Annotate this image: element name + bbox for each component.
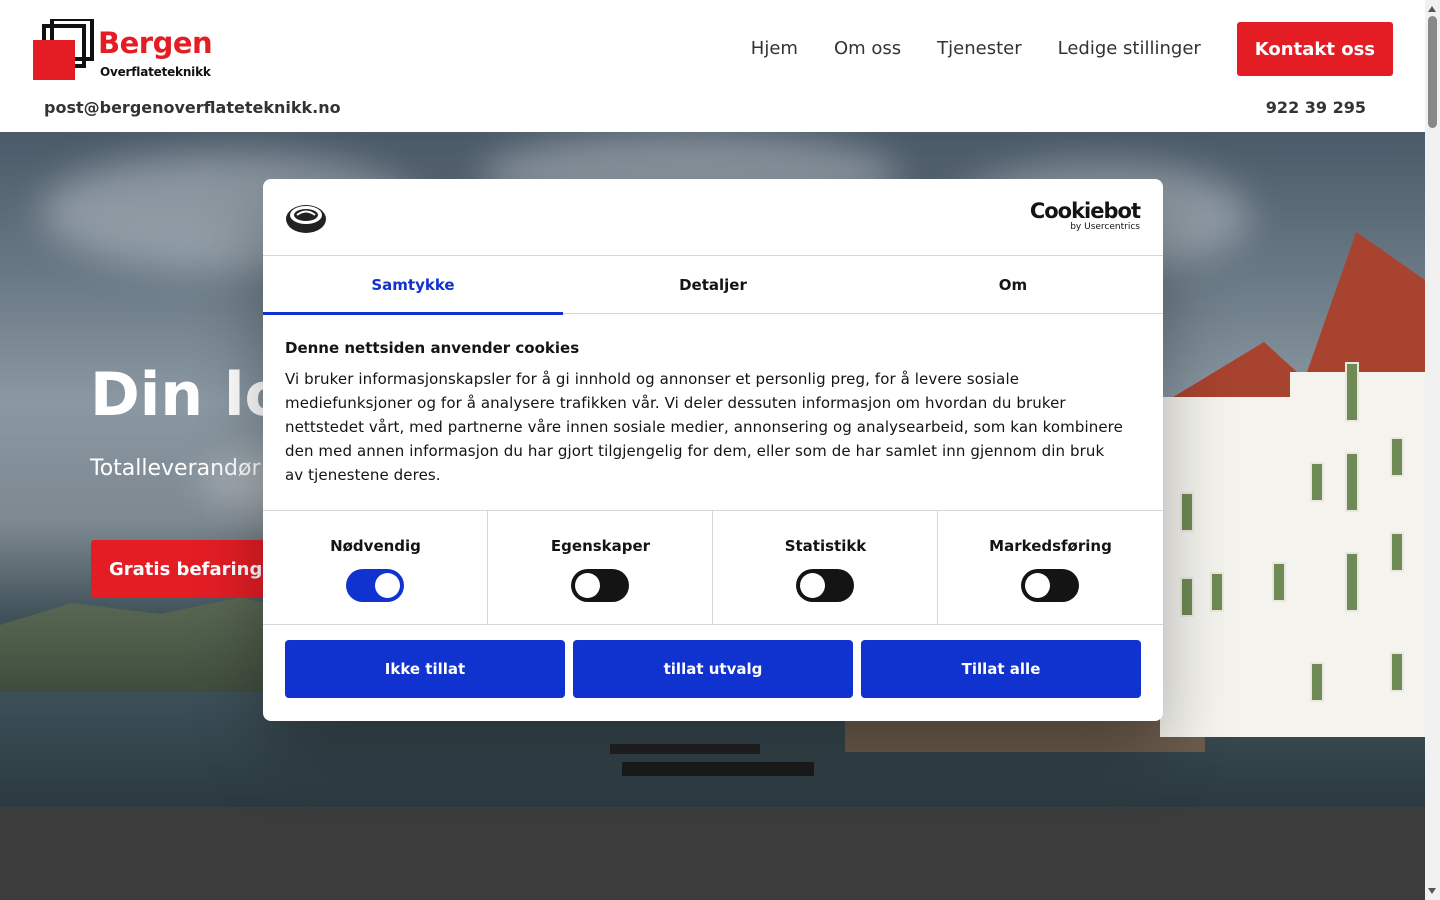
house-window <box>1345 362 1359 422</box>
marketing-switch[interactable] <box>1021 569 1079 602</box>
tab-samtykke[interactable]: Samtykke <box>263 256 563 315</box>
site-logo[interactable]: Bergen Overflateteknikk <box>32 19 213 83</box>
tab-detaljer[interactable]: Detaljer <box>563 256 863 314</box>
consent-toggles: Nødvendig Egenskaper Statistikk Markedsf… <box>263 510 1163 625</box>
toggle-necessary: Nødvendig <box>263 511 488 625</box>
house-window <box>1390 652 1404 692</box>
logo-squares-icon <box>33 19 94 80</box>
logo-title: Bergen <box>98 26 213 60</box>
contact-email[interactable]: post@bergenoverflateteknikk.no <box>44 98 341 117</box>
house-window <box>1390 532 1404 572</box>
toggle-statistics: Statistikk <box>713 511 938 625</box>
house-window <box>1345 552 1359 612</box>
scroll-down-arrow-icon[interactable] <box>1428 888 1436 894</box>
house-window <box>1390 437 1404 477</box>
contact-button[interactable]: Kontakt oss <box>1236 22 1393 76</box>
switch-knob <box>375 573 400 598</box>
consent-tabs: Samtykke Detaljer Om <box>263 256 1163 315</box>
hero-subtitle: Totalleverandør <box>90 456 261 481</box>
cookiebot-by: by Usercentrics <box>1070 222 1140 232</box>
house-window <box>1272 562 1286 602</box>
hero-pier <box>622 762 814 776</box>
house-window <box>1210 572 1224 612</box>
nav-item-om-oss[interactable]: Om oss <box>834 22 901 76</box>
house-window <box>1345 452 1359 512</box>
switch-knob <box>1025 573 1050 598</box>
contact-phone[interactable]: 922 39 295 <box>1266 98 1366 117</box>
house-window <box>1310 662 1324 702</box>
house-window <box>1180 577 1194 617</box>
switch-knob <box>800 573 825 598</box>
nav-item-hjem[interactable]: Hjem <box>751 22 798 76</box>
nav-item-ledige-stillinger[interactable]: Ledige stillinger <box>1058 22 1201 76</box>
toggle-label: Markedsføring <box>989 537 1112 555</box>
dark-section <box>0 807 1425 900</box>
consent-body: Vi bruker informasjonskapsler for å gi i… <box>285 370 1123 484</box>
consent-actions: Ikke tillat tillat utvalg Tillat alle <box>285 640 1141 698</box>
preferences-switch[interactable] <box>571 569 629 602</box>
switch-knob <box>575 573 600 598</box>
site-header: Bergen Overflateteknikk Hjem Om oss Tjen… <box>0 0 1425 132</box>
allow-all-button[interactable]: Tillat alle <box>861 640 1141 698</box>
cookie-consent-dialog: Cookiebot by Usercentrics Samtykke Detal… <box>263 179 1163 721</box>
toggle-preferences: Egenskaper <box>488 511 713 625</box>
house-window <box>1310 462 1324 502</box>
scrollbar-thumb[interactable] <box>1428 16 1437 128</box>
house-window <box>1180 492 1194 532</box>
hero-pier <box>610 744 760 754</box>
necessary-switch[interactable] <box>346 569 404 602</box>
scroll-up-arrow-icon[interactable] <box>1428 6 1436 12</box>
consent-title: Denne nettsiden anvender cookies <box>285 339 580 357</box>
logo-tagline: Overflateteknikk <box>100 65 211 79</box>
cookiebot-name: Cookiebot <box>1029 199 1141 223</box>
toggle-label: Egenskaper <box>550 537 651 555</box>
cookiebot-logo[interactable]: Cookiebot by Usercentrics <box>1029 199 1141 233</box>
statistics-switch[interactable] <box>796 569 854 602</box>
page-scrollbar[interactable] <box>1425 0 1440 900</box>
toggle-marketing: Markedsføring <box>938 511 1163 625</box>
toggle-label: Statistikk <box>784 537 867 555</box>
nav-item-tjenester[interactable]: Tjenester <box>937 22 1021 76</box>
house-roof <box>1300 232 1425 392</box>
site-brand-icon <box>286 205 326 233</box>
allow-selection-button[interactable]: tillat utvalg <box>573 640 853 698</box>
main-nav: Hjem Om oss Tjenester Ledige stillinger … <box>751 22 1393 76</box>
tab-om[interactable]: Om <box>863 256 1163 314</box>
deny-button[interactable]: Ikke tillat <box>285 640 565 698</box>
dialog-header: Cookiebot by Usercentrics <box>263 179 1163 256</box>
toggle-label: Nødvendig <box>330 537 421 555</box>
free-inspection-button[interactable]: Gratis befaring <box>91 540 281 598</box>
